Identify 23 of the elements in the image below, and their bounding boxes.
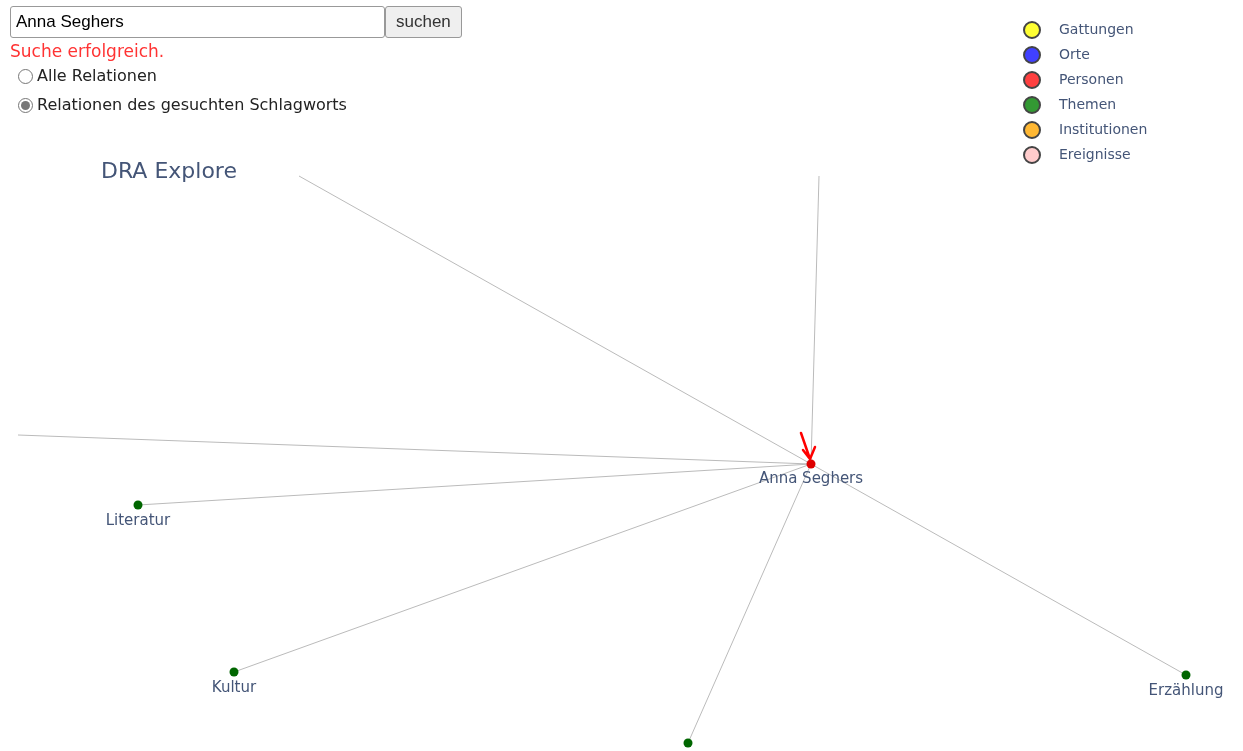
legend-label: Personen — [1059, 70, 1124, 89]
graph-node[interactable] — [1181, 670, 1191, 680]
legend-label: Institutionen — [1059, 120, 1148, 139]
graph-title: DRA Explore — [101, 157, 237, 185]
graph-node[interactable] — [806, 459, 816, 469]
graph-node[interactable] — [229, 667, 239, 677]
legend-label: Themen — [1059, 95, 1117, 114]
radio-button[interactable] — [18, 68, 33, 84]
graph-node[interactable] — [133, 500, 143, 510]
graph-node[interactable] — [683, 738, 693, 748]
node-label: Anna Seghers — [758, 469, 864, 487]
legend-label: Ereignisse — [1059, 145, 1131, 164]
legend-label: Orte — [1059, 45, 1090, 64]
node-label: Kultur — [211, 678, 257, 696]
search-button[interactable]: suchen — [385, 6, 462, 38]
node-label: Erzählung — [1148, 681, 1224, 699]
legend-label: Gattungen — [1059, 20, 1134, 39]
node-label: Literatur — [105, 511, 171, 529]
radio-label: Relationen des gesuchten Schlagworts — [37, 94, 347, 116]
radio-button[interactable] — [18, 97, 33, 113]
radio-label: Alle Relationen — [37, 65, 157, 87]
search-field[interactable]: Anna Seghers — [10, 6, 385, 38]
status-message: Suche erfolgreich. — [10, 40, 166, 62]
